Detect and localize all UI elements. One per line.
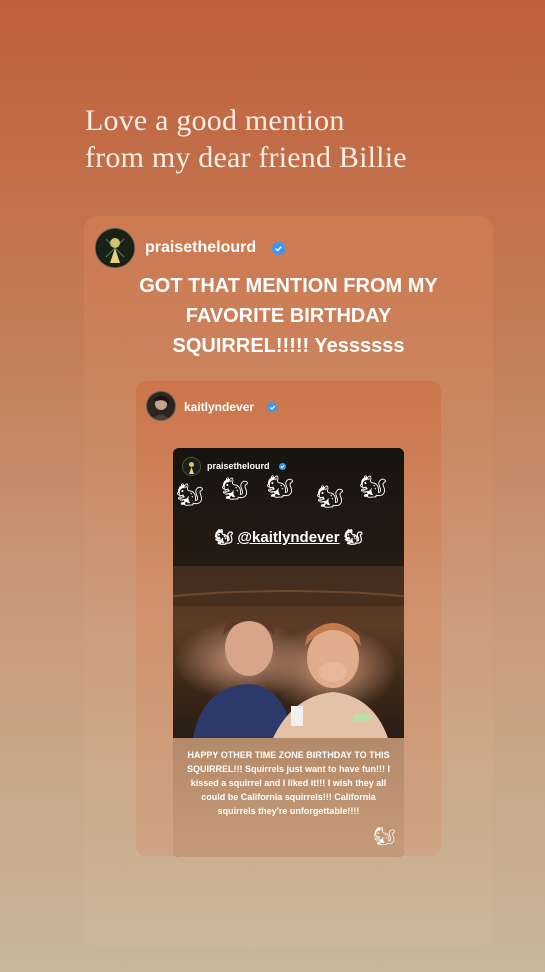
squirrel-icon: 🐿: [214, 529, 234, 546]
squirrel-icon: 🐿: [343, 529, 363, 546]
caption-line-1: Love a good mention: [85, 104, 345, 137]
verified-badge-icon: [279, 463, 286, 470]
squirrel-sticker-icon: 🐿: [221, 476, 249, 501]
squirrel-sticker-icon: 🐿: [359, 474, 387, 499]
profile-picture-icon: [183, 458, 200, 475]
story-caption-text: HAPPY OTHER TIME ZONE BIRTHDAY TO THIS S…: [186, 750, 390, 816]
mention-sticker[interactable]: 🐿 @kaitlyndever 🐿: [173, 528, 404, 546]
verified-badge-icon: [267, 402, 277, 412]
mention-tag[interactable]: @kaitlyndever: [237, 529, 339, 546]
story-caption-text: Love a good mention from my dear friend …: [85, 102, 505, 176]
outer-post-text: GOT THAT MENTION FROM MY FAVORITE BIRTHD…: [106, 271, 471, 361]
squirrel-face-sticker-icon: 🐿: [266, 474, 294, 499]
squirrel-eating-sticker-icon: 🐿: [316, 484, 344, 509]
profile-picture-icon: [97, 230, 133, 266]
verified-badge-icon: [272, 242, 285, 255]
outer-post-username[interactable]: praisethelourd: [145, 239, 256, 257]
avatar[interactable]: [95, 228, 135, 268]
story-photo: [173, 566, 404, 738]
inner-post-username[interactable]: kaitlyndever: [184, 400, 254, 414]
story-caption-box: HAPPY OTHER TIME ZONE BIRTHDAY TO THIS S…: [173, 738, 404, 857]
avatar[interactable]: [146, 391, 176, 421]
story-preview[interactable]: praisethelourd 🐿 🐿 🐿 🐿 🐿 🐿 @kaitlyndever…: [173, 448, 404, 857]
photo-illustration: [173, 566, 404, 738]
story-username: praisethelourd: [207, 461, 270, 471]
outer-post-line-1: GOT THAT MENTION FROM MY: [139, 275, 438, 297]
squirrel-drinking-sticker-icon: 🐿: [176, 482, 204, 507]
profile-picture-icon: [147, 392, 175, 420]
outer-post-line-3: SQUIRREL!!!!! Yessssss: [172, 335, 405, 357]
outer-post-line-2: FAVORITE BIRTHDAY: [185, 305, 392, 327]
squirrel-sticker-icon: 🐿: [373, 826, 396, 846]
caption-line-2: from my dear friend Billie: [85, 141, 407, 174]
avatar: [182, 457, 201, 476]
